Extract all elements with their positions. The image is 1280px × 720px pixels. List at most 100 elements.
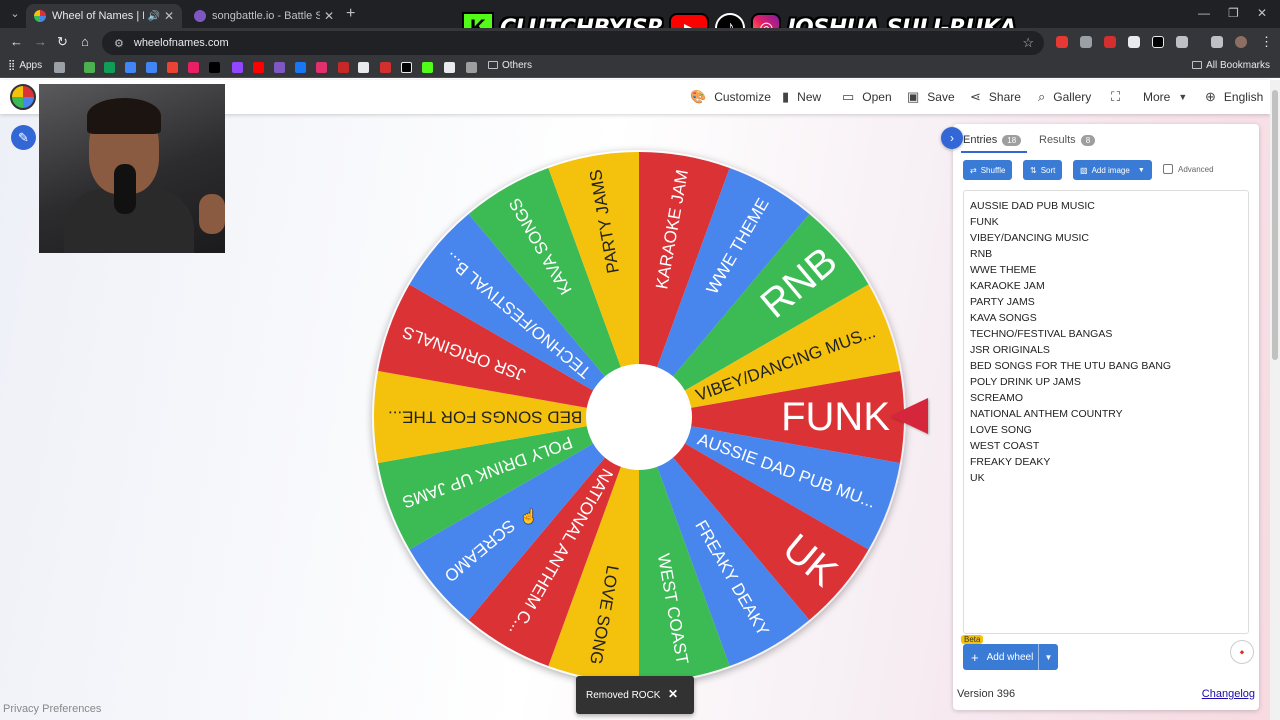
add-wheel-button[interactable]: + Add wheel ▼ — [963, 644, 1058, 670]
add-wheel-main[interactable]: + Add wheel — [963, 650, 1038, 665]
entry-line[interactable]: AUSSIE DAD PUB MUSIC — [970, 198, 1242, 214]
entry-line[interactable]: WEST COAST — [970, 438, 1242, 454]
pdf-extension-icon[interactable] — [1104, 36, 1116, 48]
close-window-icon[interactable]: ✕ — [1257, 6, 1267, 20]
edit-pencil-icon[interactable]: ✎ — [11, 125, 36, 150]
entry-line[interactable]: FUNK — [970, 214, 1242, 230]
bookmark-instagram-icon[interactable] — [316, 62, 327, 73]
tab-wheel-of-names[interactable]: Wheel of Names | Random 🔊 ✕ — [26, 4, 182, 28]
entry-line[interactable]: KARAOKE JAM — [970, 278, 1242, 294]
entry-line[interactable]: PARTY JAMS — [970, 294, 1242, 310]
speaker-icon[interactable]: 🔊 — [147, 11, 159, 22]
tab-entries[interactable]: Entries 18 — [963, 134, 1022, 146]
browser-menu-icon[interactable]: ⋮ — [1260, 34, 1273, 50]
entry-line[interactable]: JSR ORIGINALS — [970, 342, 1242, 358]
bookmark-icon[interactable] — [167, 62, 178, 73]
bookmark-icon[interactable] — [274, 62, 285, 73]
bookmark-facebook-icon[interactable] — [295, 62, 306, 73]
bookmark-apps[interactable]: ⣿ Apps — [8, 60, 42, 71]
reading-list-icon[interactable] — [1211, 36, 1223, 48]
restore-icon[interactable]: ❐ — [1228, 6, 1239, 20]
save-button[interactable]: ▣ Save — [907, 80, 955, 114]
wheel-svg[interactable]: FUNKAUSSIE DAD PUB MU...UKFREAKY DEAKYWE… — [372, 150, 906, 684]
profile-avatar-icon[interactable] — [1235, 36, 1247, 48]
bookmark-twitch-icon[interactable] — [232, 62, 243, 73]
bookmark-youtube-icon[interactable] — [253, 62, 264, 73]
entry-line[interactable]: BED SONGS FOR THE UTU BANG BANG — [970, 358, 1242, 374]
language-button[interactable]: ⊕ English — [1205, 80, 1263, 114]
add-image-button[interactable]: ▧ Add image ▼ — [1073, 160, 1152, 180]
entry-line[interactable]: VIBEY/DANCING MUSIC — [970, 230, 1242, 246]
bookmark-icon[interactable] — [466, 62, 477, 73]
entry-line[interactable]: FREAKY DEAKY — [970, 454, 1242, 470]
shuffle-button[interactable]: ⇄ Shuffle — [963, 160, 1013, 180]
entry-line[interactable]: TECHNO/FESTIVAL BANGAS — [970, 326, 1242, 342]
bookmark-icon[interactable] — [125, 62, 136, 73]
bookmark-icon[interactable] — [338, 62, 349, 73]
wheel[interactable]: FUNK AUSSIE DAD PUB MU... UK FREAKY DEAKY WE… — [372, 150, 906, 684]
bookmark-icon[interactable] — [188, 62, 199, 73]
wheel-center-hub[interactable] — [586, 364, 692, 470]
extension-icon[interactable] — [1056, 36, 1068, 48]
changelog-link[interactable]: Changelog — [1202, 688, 1255, 700]
tab-results[interactable]: Results 8 — [1039, 134, 1096, 146]
tab-search-icon[interactable]: ⌄ — [6, 5, 24, 23]
entry-line[interactable]: WWE THEME — [970, 262, 1242, 278]
bookmark-tiktok-icon[interactable] — [209, 62, 220, 73]
bookmark-icon[interactable] — [84, 62, 95, 73]
collapse-panel-icon[interactable]: › — [941, 127, 963, 149]
extension-icon[interactable] — [1080, 36, 1092, 48]
add-wheel-caret-icon[interactable]: ▼ — [1038, 644, 1058, 670]
minimize-icon[interactable]: — — [1198, 6, 1210, 20]
bookmark-sheets-icon[interactable] — [104, 62, 115, 73]
bookmark-x-icon[interactable] — [401, 62, 412, 73]
bookmark-grid-icon[interactable] — [54, 62, 65, 73]
entry-line[interactable]: LOVE SONG — [970, 422, 1242, 438]
page-scrollbar[interactable] — [1270, 80, 1280, 720]
advanced-checkbox[interactable] — [1163, 164, 1173, 174]
extension-icon[interactable] — [1152, 36, 1164, 48]
bookmark-icon[interactable] — [380, 62, 391, 73]
entry-line[interactable]: UK — [970, 470, 1242, 486]
more-button[interactable]: More ▼ — [1143, 80, 1187, 114]
back-icon[interactable]: ← — [10, 34, 23, 49]
tab-songbattle[interactable]: songbattle.io - Battle Songs ag ✕ — [186, 4, 342, 28]
sort-button[interactable]: ⇅ Sort — [1023, 160, 1063, 180]
bookmark-icon[interactable] — [358, 62, 369, 73]
scrollbar-thumb[interactable] — [1272, 90, 1278, 360]
extensions-puzzle-icon[interactable] — [1176, 36, 1188, 48]
forward-icon[interactable]: → — [34, 34, 47, 49]
new-tab-icon[interactable]: + — [346, 5, 355, 23]
reload-icon[interactable]: ↻ — [57, 34, 68, 50]
entry-line[interactable]: RNB — [970, 246, 1242, 262]
bookmark-icon[interactable] — [444, 62, 455, 73]
address-bar[interactable]: ⚙ wheelofnames.com ☆ — [102, 31, 1044, 55]
entry-line[interactable]: KAVA SONGS — [970, 310, 1242, 326]
entries-textarea[interactable]: AUSSIE DAD PUB MUSIC FUNK VIBEY/DANCING MU… — [963, 190, 1249, 634]
entry-line[interactable]: POLY DRINK UP JAMS — [970, 374, 1242, 390]
pdf-export-icon[interactable]: ⬩ — [1230, 640, 1254, 664]
all-bookmarks[interactable]: All Bookmarks — [1192, 60, 1270, 71]
open-button[interactable]: ▭ Open — [842, 80, 892, 114]
home-icon[interactable]: ⌂ — [81, 34, 89, 49]
gallery-button[interactable]: ⌕ Gallery — [1038, 80, 1091, 114]
entry-line[interactable]: NATIONAL ANTHEM COUNTRY — [970, 406, 1242, 422]
advanced-toggle[interactable]: Advanced — [1163, 164, 1214, 174]
bookmark-folder-others[interactable]: Others — [488, 60, 532, 71]
customize-button[interactable]: 🎨 Customize — [690, 80, 771, 114]
entry-line[interactable]: SCREAMO — [970, 390, 1242, 406]
site-logo-icon[interactable] — [10, 84, 36, 110]
webcam-overlay — [39, 84, 225, 253]
bookmark-docs-icon[interactable] — [146, 62, 157, 73]
bookmark-star-icon[interactable]: ☆ — [1022, 35, 1034, 51]
site-info-icon[interactable]: ⚙ — [114, 37, 124, 50]
close-tab-icon[interactable]: ✕ — [324, 9, 334, 23]
extension-icon[interactable] — [1128, 36, 1140, 48]
new-button[interactable]: ▮ New — [782, 80, 821, 114]
privacy-preferences-link[interactable]: Privacy Preferences — [3, 703, 101, 715]
bookmark-kick-icon[interactable] — [422, 62, 433, 73]
share-button[interactable]: ⋖ Share — [970, 80, 1021, 114]
fullscreen-button[interactable]: ⛶ — [1111, 80, 1120, 114]
close-tab-icon[interactable]: ✕ — [164, 9, 174, 23]
toast-close-icon[interactable]: ✕ — [668, 687, 678, 701]
